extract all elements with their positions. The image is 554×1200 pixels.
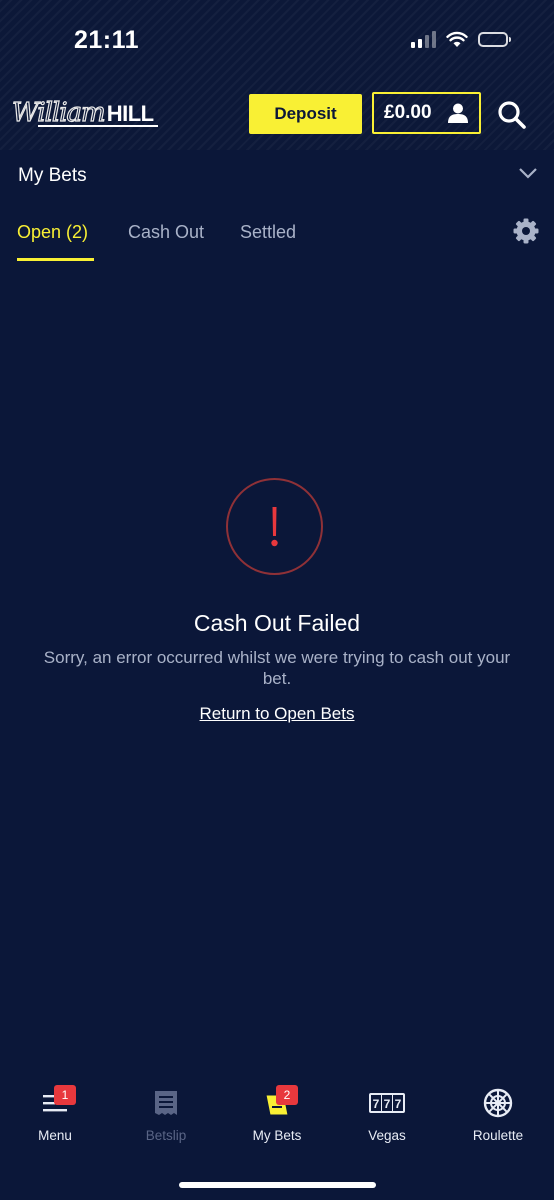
menu-badge: 1 — [54, 1085, 76, 1105]
deposit-button[interactable]: Deposit — [249, 94, 362, 134]
signal-icon — [411, 31, 436, 48]
user-icon — [448, 103, 468, 123]
status-icons — [411, 31, 511, 48]
nav-my-bets[interactable]: 2 My Bets — [222, 1085, 332, 1143]
betslip-icon — [155, 1091, 177, 1115]
chevron-down-icon[interactable] — [518, 166, 538, 180]
active-tab-underline — [17, 258, 94, 261]
error-icon — [226, 478, 323, 575]
nav-betslip-label: Betslip — [145, 1128, 187, 1143]
status-time: 21:11 — [74, 26, 140, 54]
william-hill-logo[interactable]: William HILL — [11, 97, 158, 129]
nav-menu-label: Menu — [38, 1128, 72, 1143]
account-balance-button[interactable]: £0.00 — [372, 92, 481, 134]
svg-text:7: 7 — [373, 1097, 380, 1111]
my-bets-title: My Bets — [18, 165, 87, 186]
svg-text:7: 7 — [384, 1097, 391, 1111]
return-to-open-bets-link[interactable]: Return to Open Bets — [0, 704, 554, 724]
roulette-wheel-icon — [483, 1088, 513, 1118]
nav-menu[interactable]: 1 Menu — [0, 1085, 110, 1143]
home-indicator — [179, 1182, 376, 1188]
logo-block-text: HILL — [106, 101, 154, 126]
battery-icon — [478, 32, 511, 47]
my-bets-badge: 2 — [276, 1085, 298, 1105]
return-link-label[interactable]: Return to Open Bets — [200, 704, 355, 723]
search-icon[interactable] — [496, 99, 528, 131]
error-title: Cash Out Failed — [193, 610, 361, 636]
wifi-icon — [446, 31, 468, 47]
nav-betslip[interactable]: Betslip — [111, 1088, 221, 1143]
nav-vegas-label: Vegas — [368, 1128, 406, 1143]
nav-roulette[interactable]: Roulette — [443, 1088, 553, 1143]
error-message: Sorry, an error occurred whilst we were … — [43, 648, 511, 688]
exclamation-icon — [271, 507, 278, 547]
gear-icon[interactable] — [513, 218, 539, 244]
tab-open[interactable]: Open (2) — [17, 222, 88, 243]
nav-roulette-label: Roulette — [472, 1128, 524, 1143]
slot-machine-icon: 7 7 7 — [369, 1093, 405, 1113]
tab-settled[interactable]: Settled — [240, 222, 296, 243]
tab-cash-out[interactable]: Cash Out — [128, 222, 204, 243]
logo-underline — [38, 125, 158, 127]
balance-amount: £0.00 — [384, 102, 432, 123]
svg-text:7: 7 — [395, 1097, 402, 1111]
nav-my-bets-label: My Bets — [252, 1128, 302, 1143]
logo-script-text: William — [11, 97, 106, 128]
nav-vegas[interactable]: 7 7 7 Vegas — [332, 1088, 442, 1143]
